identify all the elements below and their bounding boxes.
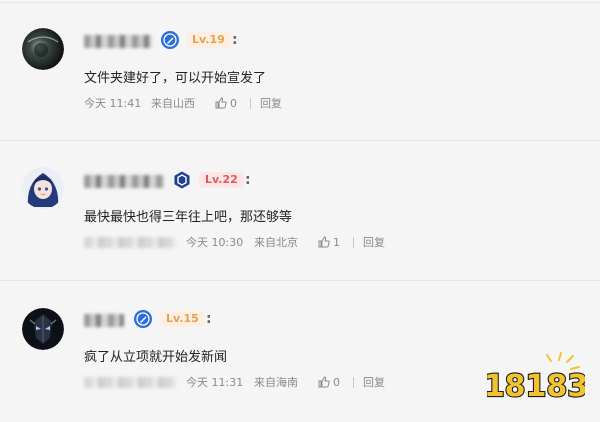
dark-armor-avatar[interactable]: [22, 308, 64, 350]
like-icon[interactable]: [318, 376, 330, 388]
anime-girl-avatar[interactable]: [22, 167, 64, 209]
level-badge: Lv.22: [199, 172, 244, 188]
username-blurred[interactable]: [84, 35, 152, 48]
username-blurred[interactable]: [84, 314, 124, 327]
device-info-blurred: [84, 237, 176, 248]
reply-button[interactable]: 回复: [363, 236, 385, 249]
more-options-button[interactable]: :: [232, 33, 238, 47]
svg-text:18183: 18183: [487, 369, 585, 404]
dark-sphere-avatar[interactable]: [22, 28, 64, 70]
verified-pen-icon: [134, 310, 152, 328]
comment-time: 今天 10:30: [186, 236, 244, 249]
like-count: 1: [333, 236, 340, 249]
comment-text: 疯了从立项就开始发新闻: [84, 350, 228, 365]
level-badge: Lv.19: [186, 32, 231, 48]
comment-location: 来自北京: [254, 236, 298, 249]
reply-button[interactable]: 回复: [363, 376, 385, 389]
separator: [250, 98, 251, 109]
comment-item: Lv.19 : 文件夹建好了，可以开始宣发了 今天 11:41 来自山西 0 回…: [0, 0, 600, 140]
reply-button[interactable]: 回复: [260, 97, 282, 110]
device-info-blurred: [84, 377, 176, 388]
separator: [353, 237, 354, 248]
more-options-button[interactable]: :: [206, 312, 212, 326]
level-badge: Lv.15: [160, 311, 205, 327]
like-icon[interactable]: [215, 97, 227, 109]
comment-text: 最快最快也得三年往上吧，那还够等: [84, 210, 293, 225]
hexagon-badge-icon: [174, 171, 190, 189]
comment-text: 文件夹建好了，可以开始宣发了: [84, 71, 267, 86]
like-count: 0: [333, 376, 340, 389]
verified-pen-icon: [161, 31, 179, 49]
separator: [353, 377, 354, 388]
username-blurred[interactable]: [84, 175, 164, 188]
comment-location: 来自山西: [151, 97, 195, 110]
more-options-button[interactable]: :: [245, 173, 251, 187]
comment-time: 今天 11:41: [84, 97, 142, 110]
like-count: 0: [230, 97, 237, 110]
like-icon[interactable]: [318, 236, 330, 248]
comment-location: 来自海南: [254, 376, 298, 389]
comment-item: Lv.22 : 最快最快也得三年往上吧，那还够等 今天 10:30 来自北京 1…: [0, 140, 600, 280]
comment-time: 今天 11:31: [186, 376, 244, 389]
site-logo: 18183: [487, 352, 585, 405]
